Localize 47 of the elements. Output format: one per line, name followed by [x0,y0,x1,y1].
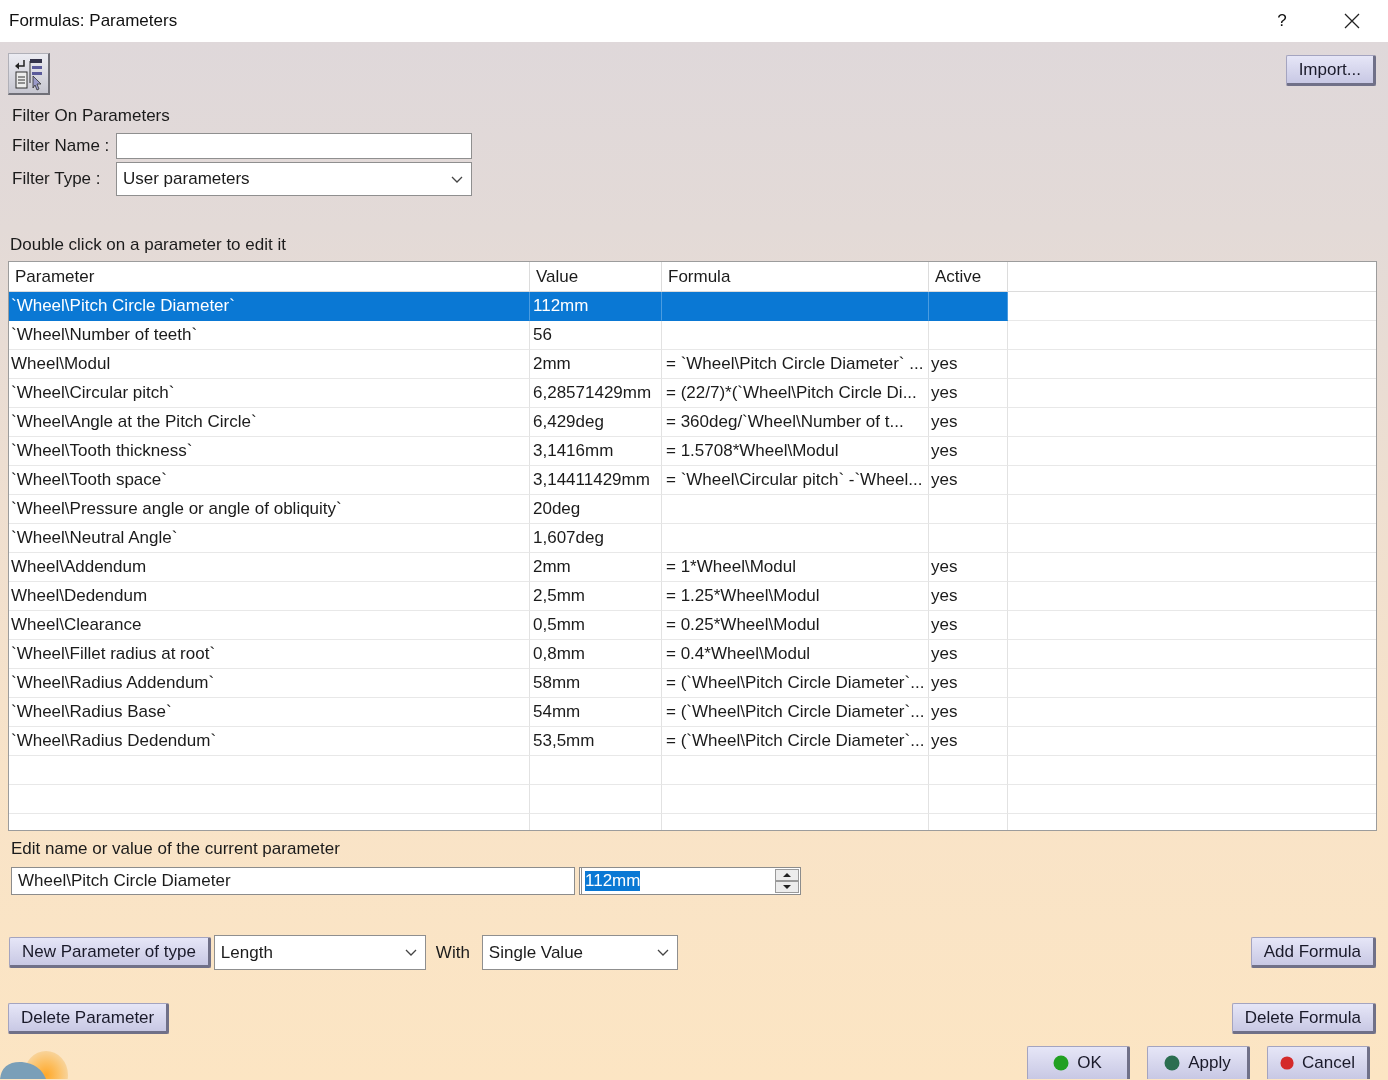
delete-formula-button[interactable]: Delete Formula [1231,1003,1376,1034]
parameter-type-dropdown[interactable]: Length [213,935,426,970]
chevron-down-icon [451,175,463,183]
add-formula-button[interactable]: Add Formula [1250,937,1376,968]
filter-name-field[interactable] [116,133,472,159]
table-row[interactable]: `Wheel\Pressure angle or angle of obliquity` 20deg [9,495,1008,524]
filter-name-label: Filter Name : [12,136,111,156]
table-row[interactable]: `Wheel\Tooth thickness` 3,1416mm = 1.5708*Wheel\Modul yes [9,437,1008,466]
chevron-down-icon [404,949,417,956]
import-button[interactable]: Import... [1285,55,1376,86]
apply-button[interactable]: Apply [1147,1046,1250,1079]
table-row[interactable]: Wheel\Clearance 0,5mm = 0.25*Wheel\Modul yes [9,611,1008,640]
cancel-button[interactable]: Cancel [1267,1046,1370,1079]
filter-type-label: Filter Type : [12,169,102,189]
table-row[interactable]: `Wheel\Neutral Angle` 1,607deg [9,524,1008,553]
delete-parameter-button[interactable]: Delete Parameter [8,1003,170,1034]
value-spinner[interactable]: 112mm [579,867,801,895]
table-row[interactable]: `Wheel\Radius Base` 54mm = (`Wheel\Pitch Circle Diameter`... yes [9,698,1008,727]
table-hint: Double click on a parameter to edit it [10,235,287,255]
edit-label: Edit name or value of the current parameter [11,839,341,858]
parameter-name-field[interactable]: Wheel\Pitch Circle Diameter [11,867,575,895]
value-type-dropdown[interactable]: Single Value [481,935,678,970]
parameter-tool-button[interactable] [8,53,50,95]
with-label: With [435,942,470,963]
chevron-down-icon [656,949,669,956]
table-row[interactable]: Wheel\Modul 2mm = `Wheel\Pitch Circle Diameter` ... yes [9,350,1008,379]
table-row[interactable]: Wheel\Dedendum 2,5mm = 1.25*Wheel\Modul yes [9,582,1008,611]
parameter-list-icon [13,56,44,91]
table-row[interactable]: `Wheel\Fillet radius at root` 0,8mm = 0.4*Wheel\Modul yes [9,640,1008,669]
table-row[interactable]: `Wheel\Tooth space` 3,14411429mm = `Wheel\Circular pitch` -`Wheel... yes [9,466,1008,495]
table-row[interactable]: `Wheel\Angle at the Pitch Circle` 6,429deg = 360deg/`Wheel\Number of t... yes [9,408,1008,437]
spin-down-icon[interactable] [775,881,799,893]
table-row[interactable]: `Wheel\Pitch Circle Diameter` 112mm [9,292,1008,321]
spin-up-icon[interactable] [775,869,799,881]
filter-type-dropdown[interactable]: User parameters [116,162,472,196]
table-row[interactable]: `Wheel\Number of teeth` 56 [9,321,1008,350]
window-title: Formulas: Parameters [9,11,179,31]
filter-title: Filter On Parameters [12,106,171,126]
table-row[interactable]: `Wheel\Radius Dedendum` 53,5mm = (`Wheel\Pitch Circle Diameter`... yes [9,727,1008,756]
help-button[interactable]: ? [1276,11,1288,31]
table-row[interactable]: Wheel\Addendum 2mm = 1*Wheel\Modul yes [9,553,1008,582]
table-row[interactable]: `Wheel\Circular pitch` 6,28571429mm = (22/7)*(`Wheel\Pitch Circle Di... yes [9,379,1008,408]
corner-logo-icon [0,1051,68,1079]
close-icon[interactable] [1344,13,1360,29]
table-row[interactable]: `Wheel\Radius Addendum` 58mm = (`Wheel\Pitch Circle Diameter`... yes [9,669,1008,698]
ok-button[interactable]: OK [1027,1046,1130,1079]
new-parameter-button[interactable]: New Parameter of type [9,937,211,968]
